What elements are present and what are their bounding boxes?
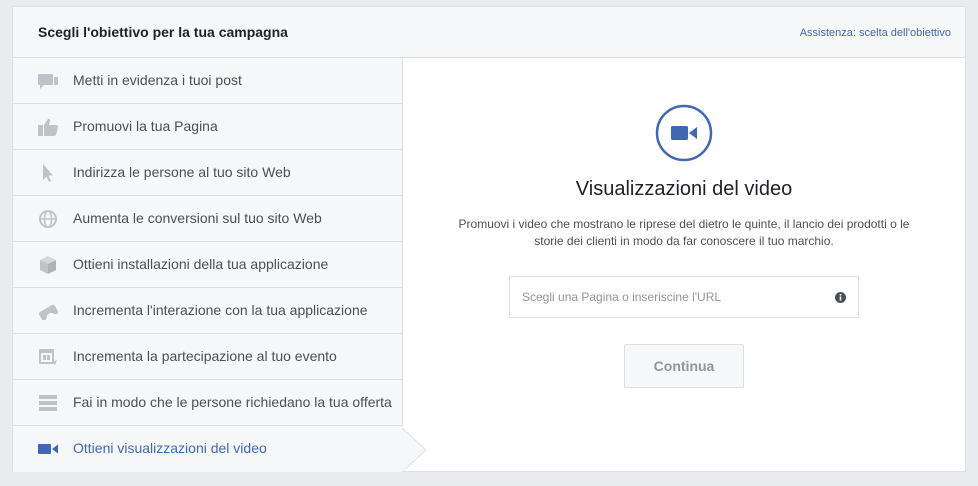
objective-item-label: Incrementa l'interazione con la tua appl… [73, 302, 368, 318]
objective-description: Promuovi i video che mostrano le riprese… [458, 217, 910, 248]
post-boost-icon [38, 74, 58, 89]
campaign-objective-panel: Scegli l'obiettivo per la tua campagna A… [12, 6, 966, 472]
objective-item-label: Promuovi la tua Pagina [73, 118, 218, 134]
page-url-field [509, 276, 859, 318]
objective-item-event-responses[interactable]: Incrementa la partecipazione al tuo even… [13, 334, 403, 380]
video-camera-icon [655, 104, 713, 162]
app-box-icon [40, 256, 56, 274]
calendar-icon [39, 349, 57, 365]
objective-detail: Visualizzazioni del video Promuovi i vid… [403, 58, 965, 471]
objective-item-label: Indirizza le persone al tuo sito Web [73, 164, 291, 180]
objective-item-label: Incrementa la partecipazione al tuo even… [73, 348, 337, 364]
objective-item-label: Aumenta le conversioni sul tuo sito Web [73, 210, 322, 226]
objective-item-boost-posts[interactable]: Metti in evidenza i tuoi post [13, 58, 403, 104]
offer-store-icon [39, 395, 57, 411]
objective-item-label: Ottieni visualizzazioni del video [73, 440, 267, 456]
cursor-icon [43, 164, 53, 182]
page-title: Scegli l'obiettivo per la tua campagna [38, 24, 288, 40]
gamepad-icon [39, 304, 58, 320]
objective-list: Metti in evidenza i tuoi post Promuovi l… [13, 58, 403, 472]
continue-button[interactable]: Continua [624, 344, 744, 388]
objective-item-label: Fai in modo che le persone richiedano la… [73, 394, 392, 410]
page-url-input[interactable] [522, 277, 822, 317]
objective-item-app-engagement[interactable]: Incrementa l'interazione con la tua appl… [13, 288, 403, 334]
objective-item-offer-claims[interactable]: Fai in modo che le persone richiedano la… [13, 380, 403, 426]
objective-item-label: Metti in evidenza i tuoi post [73, 72, 242, 88]
objective-item-label: Ottieni installazioni della tua applicaz… [73, 256, 329, 272]
video-camera-icon [38, 444, 58, 454]
globe-icon [39, 210, 57, 228]
objective-item-video-views[interactable]: Ottieni visualizzazioni del video [13, 426, 403, 472]
objective-title: Visualizzazioni del video [575, 178, 793, 200]
objective-item-app-installs[interactable]: Ottieni installazioni della tua applicaz… [13, 242, 403, 288]
objective-item-promote-page[interactable]: Promuovi la tua Pagina [13, 104, 403, 150]
help-link[interactable]: Assistenza: scelta dell'obiettivo [800, 27, 951, 39]
info-icon[interactable] [835, 292, 846, 303]
objective-item-website-traffic[interactable]: Indirizza le persone al tuo sito Web [13, 150, 403, 196]
thumbs-up-icon [38, 118, 58, 136]
objective-item-conversions[interactable]: Aumenta le conversioni sul tuo sito Web [13, 196, 403, 242]
panel-header: Scegli l'obiettivo per la tua campagna A… [13, 7, 965, 58]
